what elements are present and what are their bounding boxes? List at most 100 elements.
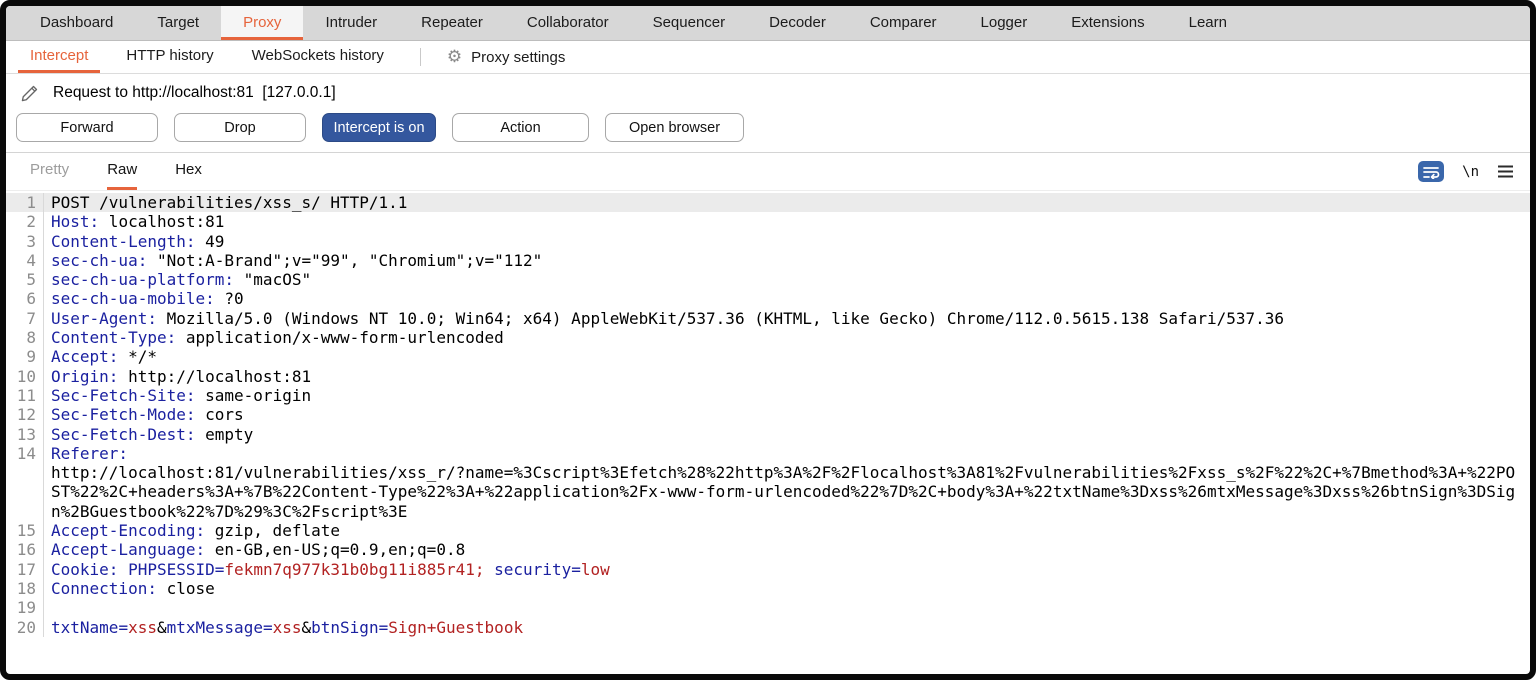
message-editor-tab-bar: Pretty Raw Hex \n [6, 153, 1530, 191]
line-number: 20 [6, 618, 43, 637]
editor-tab-raw[interactable]: Raw [107, 153, 137, 190]
code-row: 9Accept: */* [6, 347, 1530, 366]
code-line: Accept-Encoding: gzip, deflate [43, 521, 1530, 540]
editor-toolbar-icons: \n [1418, 153, 1514, 190]
code-row: 20txtName=xss&mtxMessage=xss&btnSign=Sig… [6, 618, 1530, 637]
code-line: Sec-Fetch-Dest: empty [43, 425, 1530, 444]
code-line: Referer: [43, 444, 1530, 463]
code-row: 17Cookie: PHPSESSID=fekmn7q977k31b0bg11i… [6, 560, 1530, 579]
line-number: 15 [6, 521, 43, 540]
intercept-toolbar: Forward Drop Intercept is on Action Open bro… [6, 107, 1530, 153]
editor-tab-hex[interactable]: Hex [175, 153, 202, 190]
intercept-is-on-button[interactable]: Intercept is on [322, 113, 436, 142]
code-line: Cookie: PHPSESSID=fekmn7q977k31b0bg11i88… [43, 560, 1530, 579]
code-row: 12Sec-Fetch-Mode: cors [6, 405, 1530, 424]
code-line: Connection: close [43, 579, 1530, 598]
code-line: sec-ch-ua: "Not:A-Brand";v="99", "Chromi… [43, 251, 1530, 270]
code-line: Accept: */* [43, 347, 1530, 366]
line-number: 19 [6, 598, 43, 617]
line-number: 10 [6, 367, 43, 386]
code-row: 11Sec-Fetch-Site: same-origin [6, 386, 1530, 405]
line-number: 6 [6, 289, 43, 308]
code-row: 6sec-ch-ua-mobile: ?0 [6, 289, 1530, 308]
line-number [6, 502, 43, 521]
code-line: txtName=xss&mtxMessage=xss&btnSign=Sign+… [43, 618, 1530, 637]
main-tab-extensions[interactable]: Extensions [1049, 6, 1166, 40]
code-line [43, 598, 1530, 617]
code-row: 2Host: localhost:81 [6, 212, 1530, 231]
code-row: 1POST /vulnerabilities/xss_s/ HTTP/1.1 [6, 193, 1530, 212]
code-row: 8Content-Type: application/x-www-form-ur… [6, 328, 1530, 347]
vertical-divider [420, 48, 421, 66]
sub-tab-websockets-history[interactable]: WebSockets history [240, 41, 396, 73]
newline-toggle[interactable]: \n [1462, 164, 1479, 180]
line-number: 2 [6, 212, 43, 231]
main-tab-learn[interactable]: Learn [1167, 6, 1249, 40]
main-tab-decoder[interactable]: Decoder [747, 6, 848, 40]
line-number: 12 [6, 405, 43, 424]
tab-proxy-settings[interactable]: ⚙ Proxy settings [439, 41, 573, 73]
main-tab-dashboard[interactable]: Dashboard [18, 6, 135, 40]
pencil-icon [20, 83, 40, 103]
line-number: 9 [6, 347, 43, 366]
line-number: 17 [6, 560, 43, 579]
code-line: Sec-Fetch-Mode: cors [43, 405, 1530, 424]
burp-suite-window: DashboardTargetProxyIntruderRepeaterColl… [0, 0, 1536, 680]
forward-button[interactable]: Forward [16, 113, 158, 142]
code-line: Accept-Language: en-GB,en-US;q=0.9,en;q=… [43, 540, 1530, 559]
editor-tab-pretty: Pretty [30, 153, 69, 190]
sub-tab-intercept[interactable]: Intercept [18, 41, 100, 73]
gear-icon: ⚙ [447, 49, 462, 66]
request-title: Request to http://localhost:81 [127.0.0.… [53, 84, 336, 102]
menu-icon[interactable] [1497, 165, 1514, 178]
word-wrap-icon[interactable] [1418, 161, 1444, 182]
code-row: 16Accept-Language: en-GB,en-US;q=0.9,en;… [6, 540, 1530, 559]
code-line: sec-ch-ua-mobile: ?0 [43, 289, 1530, 308]
proxy-sub-tabs: Intercept HTTP history WebSockets history [18, 41, 410, 73]
line-number: 4 [6, 251, 43, 270]
code-line: User-Agent: Mozilla/5.0 (Windows NT 10.0… [43, 309, 1530, 328]
main-tab-intruder[interactable]: Intruder [303, 6, 399, 40]
main-tab-repeater[interactable]: Repeater [399, 6, 505, 40]
code-line: Content-Length: 49 [43, 232, 1530, 251]
code-line: n%2BGuestbook%22%7D%29%3C%2Fscript%3E [43, 502, 1530, 521]
line-number: 18 [6, 579, 43, 598]
line-number: 5 [6, 270, 43, 289]
code-row: 19 [6, 598, 1530, 617]
code-line: Host: localhost:81 [43, 212, 1530, 231]
line-number: 13 [6, 425, 43, 444]
line-number: 7 [6, 309, 43, 328]
code-line: POST /vulnerabilities/xss_s/ HTTP/1.1 [43, 193, 1530, 212]
code-row: 13Sec-Fetch-Dest: empty [6, 425, 1530, 444]
code-line: ST%22%2C+headers%3A+%7B%22Content-Type%2… [43, 482, 1530, 501]
code-row: 15Accept-Encoding: gzip, deflate [6, 521, 1530, 540]
main-tab-logger[interactable]: Logger [959, 6, 1050, 40]
code-row: 10Origin: http://localhost:81 [6, 367, 1530, 386]
code-row: ST%22%2C+headers%3A+%7B%22Content-Type%2… [6, 482, 1530, 501]
line-number: 3 [6, 232, 43, 251]
code-row: 5sec-ch-ua-platform: "macOS" [6, 270, 1530, 289]
main-tab-proxy[interactable]: Proxy [221, 6, 303, 40]
code-row: 4sec-ch-ua: "Not:A-Brand";v="99", "Chrom… [6, 251, 1530, 270]
line-number [6, 482, 43, 501]
main-tab-comparer[interactable]: Comparer [848, 6, 959, 40]
request-info-bar: Request to http://localhost:81 [127.0.0.… [6, 74, 1530, 107]
line-number: 8 [6, 328, 43, 347]
code-row: 7User-Agent: Mozilla/5.0 (Windows NT 10.… [6, 309, 1530, 328]
action-button[interactable]: Action [452, 113, 589, 142]
drop-button[interactable]: Drop [174, 113, 306, 142]
main-tab-target[interactable]: Target [135, 6, 221, 40]
code-row: http://localhost:81/vulnerabilities/xss_… [6, 463, 1530, 482]
open-browser-button[interactable]: Open browser [605, 113, 744, 142]
code-row: n%2BGuestbook%22%7D%29%3C%2Fscript%3E [6, 502, 1530, 521]
code-line: Sec-Fetch-Site: same-origin [43, 386, 1530, 405]
sub-tab-http-history[interactable]: HTTP history [114, 41, 225, 73]
request-editor[interactable]: 1POST /vulnerabilities/xss_s/ HTTP/1.12H… [6, 191, 1530, 674]
line-number: 16 [6, 540, 43, 559]
line-number: 11 [6, 386, 43, 405]
main-tab-sequencer[interactable]: Sequencer [631, 6, 748, 40]
main-tab-collaborator[interactable]: Collaborator [505, 6, 631, 40]
line-number [6, 463, 43, 482]
message-editor-tabs: Pretty Raw Hex [30, 153, 240, 190]
main-tab-bar: DashboardTargetProxyIntruderRepeaterColl… [6, 6, 1530, 41]
